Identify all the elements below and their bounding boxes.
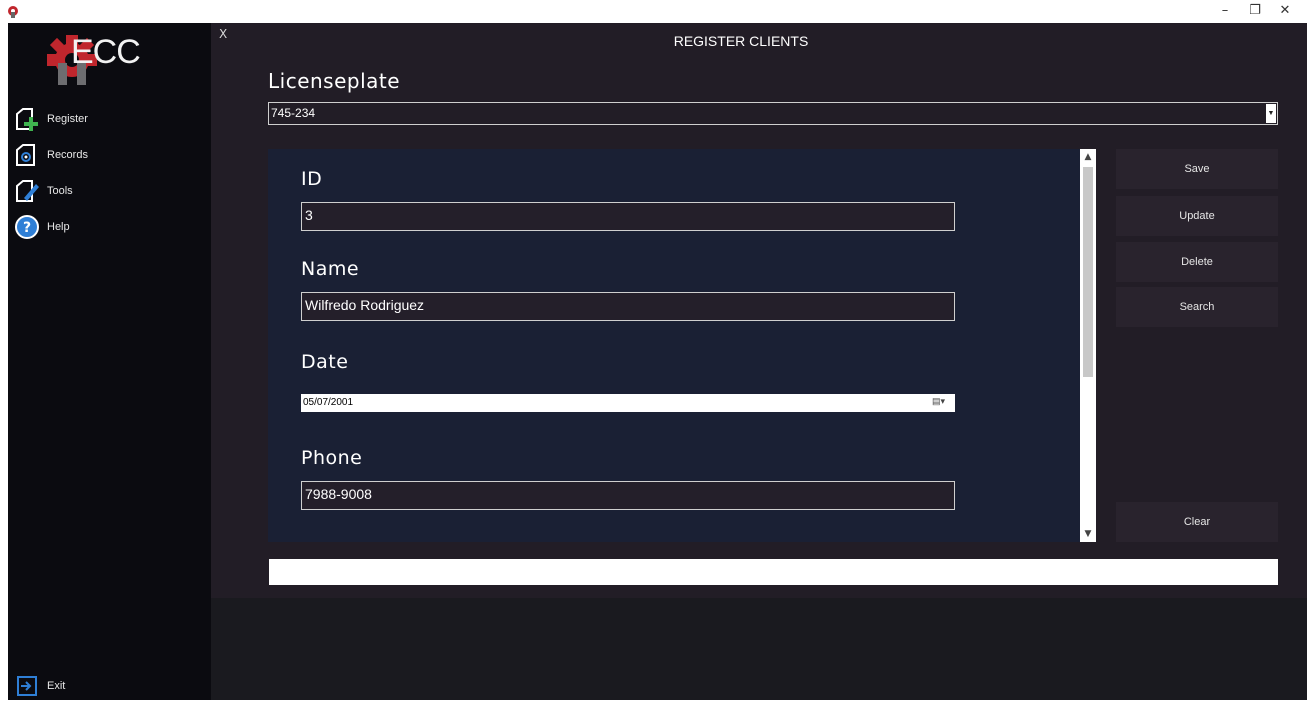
sidebar-item-tools[interactable]: Tools xyxy=(14,176,204,206)
save-button[interactable]: Save xyxy=(1116,149,1278,189)
svg-text:?: ? xyxy=(23,220,31,236)
help-icon: ? xyxy=(15,215,39,239)
register-add-icon xyxy=(16,108,38,131)
exit-label: Exit xyxy=(47,680,66,692)
search-button[interactable]: Search xyxy=(1116,287,1278,327)
update-button[interactable]: Update xyxy=(1116,196,1278,236)
window-close-button[interactable]: ✕ xyxy=(1270,2,1300,20)
scroll-thumb[interactable] xyxy=(1083,167,1093,377)
sidebar: ECC Register Records Tools ? Help Exit xyxy=(8,23,211,700)
client-form-panel: ID 3 Name Wilfredo Rodriguez Date 05/07/… xyxy=(268,149,1096,542)
id-input[interactable]: 3 xyxy=(301,202,955,231)
sidebar-item-label: Help xyxy=(47,221,70,233)
main-content: X REGISTER CLIENTS Licenseplate 745-234 … xyxy=(211,23,1307,598)
minimize-button[interactable]: – xyxy=(1210,2,1240,20)
name-label: Name xyxy=(301,258,360,280)
clear-button[interactable]: Clear xyxy=(1116,502,1278,542)
logo-text: ECC xyxy=(71,33,141,71)
sidebar-item-exit[interactable]: Exit xyxy=(14,671,204,701)
page-title: REGISTER CLIENTS xyxy=(673,33,809,49)
tools-edit-icon xyxy=(16,180,39,202)
date-label: Date xyxy=(301,351,349,373)
window-titlebar: – ❐ ✕ xyxy=(0,0,1307,23)
delete-button[interactable]: Delete xyxy=(1116,242,1278,282)
records-icon xyxy=(16,144,35,166)
licenseplate-select[interactable]: 745-234 ▼ xyxy=(268,102,1278,125)
sidebar-item-records[interactable]: Records xyxy=(14,140,204,170)
sidebar-item-label: Tools xyxy=(47,185,73,197)
scroll-down-icon[interactable]: ▼ xyxy=(1080,526,1096,542)
name-input[interactable]: Wilfredo Rodriguez xyxy=(301,292,955,321)
status-bar xyxy=(269,559,1278,585)
sidebar-item-register[interactable]: Register xyxy=(14,104,204,134)
sidebar-item-help[interactable]: ? Help xyxy=(14,212,204,242)
chevron-down-icon[interactable]: ▼ xyxy=(1266,104,1276,123)
form-scrollbar[interactable]: ▲ ▼ xyxy=(1080,149,1096,542)
date-picker[interactable]: 05/07/2001 ▤▾ xyxy=(301,394,955,412)
sidebar-item-label: Register xyxy=(47,113,88,125)
id-label: ID xyxy=(301,168,323,190)
calendar-icon[interactable]: ▤▾ xyxy=(932,396,952,409)
sidebar-item-label: Records xyxy=(47,149,88,161)
scroll-up-icon[interactable]: ▲ xyxy=(1080,149,1096,165)
restore-button[interactable]: ❐ xyxy=(1240,2,1270,20)
date-value: 05/07/2001 xyxy=(303,397,354,408)
licenseplate-label: Licenseplate xyxy=(268,69,401,93)
phone-input[interactable]: 7988-9008 xyxy=(301,481,955,510)
exit-icon xyxy=(17,676,37,696)
phone-label: Phone xyxy=(301,447,363,469)
licenseplate-value: 745-234 xyxy=(271,106,316,120)
bottom-area xyxy=(211,598,1307,700)
app-gear-icon xyxy=(8,6,18,18)
